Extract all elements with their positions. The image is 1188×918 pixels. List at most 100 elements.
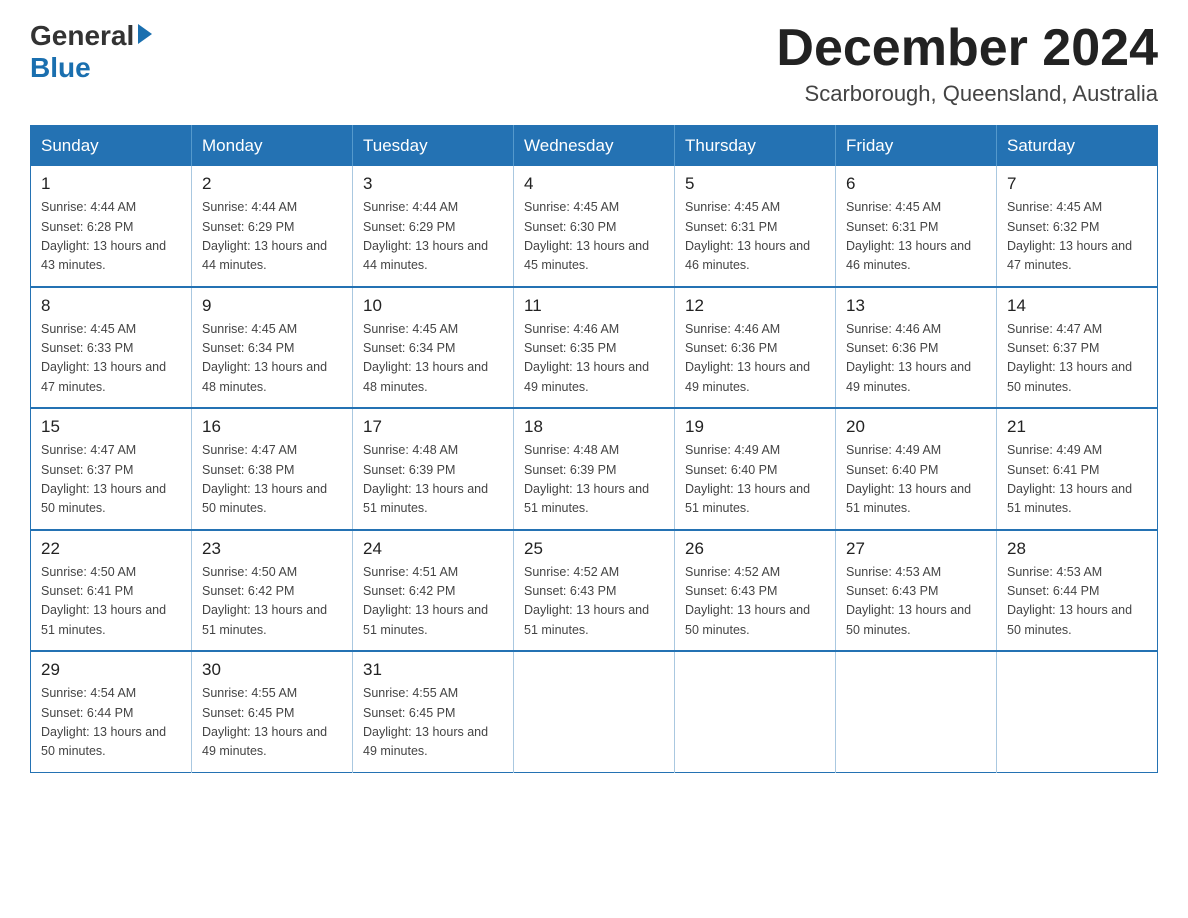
day-info: Sunrise: 4:49 AMSunset: 6:40 PMDaylight:… bbox=[846, 441, 986, 519]
day-number: 13 bbox=[846, 296, 986, 316]
calendar-table: SundayMondayTuesdayWednesdayThursdayFrid… bbox=[30, 125, 1158, 773]
calendar-cell: 6 Sunrise: 4:45 AMSunset: 6:31 PMDaylight… bbox=[836, 166, 997, 287]
calendar-cell: 18Sunrise: 4:48 AMSunset: 6:39 PMDayligh… bbox=[514, 408, 675, 530]
calendar-cell bbox=[514, 651, 675, 772]
day-number: 11 bbox=[524, 296, 664, 316]
calendar-cell bbox=[997, 651, 1158, 772]
day-number: 9 bbox=[202, 296, 342, 316]
logo-blue-text: Blue bbox=[30, 52, 91, 84]
calendar-cell: 2Sunrise: 4:44 AMSunset: 6:29 PMDaylight… bbox=[192, 166, 353, 287]
calendar-cell: 22Sunrise: 4:50 AMSunset: 6:41 PMDayligh… bbox=[31, 530, 192, 652]
day-info: Sunrise: 4:46 AMSunset: 6:36 PMDaylight:… bbox=[685, 320, 825, 398]
day-number: 20 bbox=[846, 417, 986, 437]
header-friday: Friday bbox=[836, 126, 997, 167]
calendar-cell: 12 Sunrise: 4:46 AMSunset: 6:36 PMDayligh… bbox=[675, 287, 836, 409]
day-info: Sunrise: 4:44 AMSunset: 6:29 PMDaylight:… bbox=[363, 198, 503, 276]
day-info: Sunrise: 4:46 AMSunset: 6:36 PMDaylight:… bbox=[846, 320, 986, 398]
day-number: 31 bbox=[363, 660, 503, 680]
day-info: Sunrise: 4:48 AMSunset: 6:39 PMDaylight:… bbox=[363, 441, 503, 519]
day-info: Sunrise: 4:48 AMSunset: 6:39 PMDaylight:… bbox=[524, 441, 664, 519]
day-number: 6 bbox=[846, 174, 986, 194]
day-info: Sunrise: 4:54 AMSunset: 6:44 PMDaylight:… bbox=[41, 684, 181, 762]
header-sunday: Sunday bbox=[31, 126, 192, 167]
header-thursday: Thursday bbox=[675, 126, 836, 167]
title-area: December 2024 Scarborough, Queensland, A… bbox=[776, 20, 1158, 107]
day-info: Sunrise: 4:52 AMSunset: 6:43 PMDaylight:… bbox=[524, 563, 664, 641]
day-number: 10 bbox=[363, 296, 503, 316]
day-number: 12 bbox=[685, 296, 825, 316]
calendar-week-row: 8 Sunrise: 4:45 AMSunset: 6:33 PMDaylight… bbox=[31, 287, 1158, 409]
calendar-cell: 26Sunrise: 4:52 AMSunset: 6:43 PMDayligh… bbox=[675, 530, 836, 652]
calendar-cell: 27 Sunrise: 4:53 AMSunset: 6:43 PMDayligh… bbox=[836, 530, 997, 652]
logo-triangle-icon bbox=[138, 24, 152, 44]
calendar-cell: 30Sunrise: 4:55 AMSunset: 6:45 PMDayligh… bbox=[192, 651, 353, 772]
day-number: 27 bbox=[846, 539, 986, 559]
day-info: Sunrise: 4:45 AMSunset: 6:31 PMDaylight:… bbox=[685, 198, 825, 276]
day-info: Sunrise: 4:53 AMSunset: 6:44 PMDaylight:… bbox=[1007, 563, 1147, 641]
calendar-week-row: 1 Sunrise: 4:44 AMSunset: 6:28 PMDaylight… bbox=[31, 166, 1158, 287]
day-number: 4 bbox=[524, 174, 664, 194]
day-number: 19 bbox=[685, 417, 825, 437]
day-number: 24 bbox=[363, 539, 503, 559]
day-number: 23 bbox=[202, 539, 342, 559]
day-info: Sunrise: 4:46 AMSunset: 6:35 PMDaylight:… bbox=[524, 320, 664, 398]
calendar-cell: 20 Sunrise: 4:49 AMSunset: 6:40 PMDayligh… bbox=[836, 408, 997, 530]
calendar-cell: 14Sunrise: 4:47 AMSunset: 6:37 PMDayligh… bbox=[997, 287, 1158, 409]
day-number: 17 bbox=[363, 417, 503, 437]
day-info: Sunrise: 4:49 AMSunset: 6:40 PMDaylight:… bbox=[685, 441, 825, 519]
day-number: 26 bbox=[685, 539, 825, 559]
calendar-cell: 8 Sunrise: 4:45 AMSunset: 6:33 PMDaylight… bbox=[31, 287, 192, 409]
day-number: 28 bbox=[1007, 539, 1147, 559]
page-header: General Blue December 2024 Scarborough, … bbox=[30, 20, 1158, 107]
subtitle: Scarborough, Queensland, Australia bbox=[776, 81, 1158, 107]
day-number: 22 bbox=[41, 539, 181, 559]
calendar-cell: 13 Sunrise: 4:46 AMSunset: 6:36 PMDayligh… bbox=[836, 287, 997, 409]
day-info: Sunrise: 4:44 AMSunset: 6:29 PMDaylight:… bbox=[202, 198, 342, 276]
calendar-cell: 4 Sunrise: 4:45 AMSunset: 6:30 PMDaylight… bbox=[514, 166, 675, 287]
calendar-cell: 15Sunrise: 4:47 AMSunset: 6:37 PMDayligh… bbox=[31, 408, 192, 530]
day-info: Sunrise: 4:51 AMSunset: 6:42 PMDaylight:… bbox=[363, 563, 503, 641]
calendar-cell: 25 Sunrise: 4:52 AMSunset: 6:43 PMDayligh… bbox=[514, 530, 675, 652]
header-monday: Monday bbox=[192, 126, 353, 167]
day-number: 16 bbox=[202, 417, 342, 437]
calendar-cell: 16 Sunrise: 4:47 AMSunset: 6:38 PMDayligh… bbox=[192, 408, 353, 530]
day-info: Sunrise: 4:55 AMSunset: 6:45 PMDaylight:… bbox=[363, 684, 503, 762]
day-info: Sunrise: 4:47 AMSunset: 6:37 PMDaylight:… bbox=[41, 441, 181, 519]
day-info: Sunrise: 4:53 AMSunset: 6:43 PMDaylight:… bbox=[846, 563, 986, 641]
day-info: Sunrise: 4:45 AMSunset: 6:34 PMDaylight:… bbox=[202, 320, 342, 398]
calendar-week-row: 15Sunrise: 4:47 AMSunset: 6:37 PMDayligh… bbox=[31, 408, 1158, 530]
calendar-week-row: 22Sunrise: 4:50 AMSunset: 6:41 PMDayligh… bbox=[31, 530, 1158, 652]
calendar-week-row: 29 Sunrise: 4:54 AMSunset: 6:44 PMDayligh… bbox=[31, 651, 1158, 772]
day-info: Sunrise: 4:45 AMSunset: 6:34 PMDaylight:… bbox=[363, 320, 503, 398]
day-number: 5 bbox=[685, 174, 825, 194]
day-number: 29 bbox=[41, 660, 181, 680]
logo-general-text: General bbox=[30, 20, 134, 52]
calendar-cell: 24 Sunrise: 4:51 AMSunset: 6:42 PMDayligh… bbox=[353, 530, 514, 652]
day-info: Sunrise: 4:47 AMSunset: 6:38 PMDaylight:… bbox=[202, 441, 342, 519]
calendar-cell: 3Sunrise: 4:44 AMSunset: 6:29 PMDaylight… bbox=[353, 166, 514, 287]
day-info: Sunrise: 4:45 AMSunset: 6:31 PMDaylight:… bbox=[846, 198, 986, 276]
calendar-cell: 19 Sunrise: 4:49 AMSunset: 6:40 PMDayligh… bbox=[675, 408, 836, 530]
day-info: Sunrise: 4:45 AMSunset: 6:33 PMDaylight:… bbox=[41, 320, 181, 398]
calendar-header-row: SundayMondayTuesdayWednesdayThursdayFrid… bbox=[31, 126, 1158, 167]
calendar-cell: 28 Sunrise: 4:53 AMSunset: 6:44 PMDayligh… bbox=[997, 530, 1158, 652]
day-number: 1 bbox=[41, 174, 181, 194]
logo: General Blue bbox=[30, 20, 152, 84]
calendar-cell: 31 Sunrise: 4:55 AMSunset: 6:45 PMDayligh… bbox=[353, 651, 514, 772]
day-info: Sunrise: 4:44 AMSunset: 6:28 PMDaylight:… bbox=[41, 198, 181, 276]
day-number: 8 bbox=[41, 296, 181, 316]
day-number: 25 bbox=[524, 539, 664, 559]
day-info: Sunrise: 4:47 AMSunset: 6:37 PMDaylight:… bbox=[1007, 320, 1147, 398]
calendar-cell: 11 Sunrise: 4:46 AMSunset: 6:35 PMDayligh… bbox=[514, 287, 675, 409]
day-number: 30 bbox=[202, 660, 342, 680]
calendar-cell bbox=[675, 651, 836, 772]
calendar-cell: 21 Sunrise: 4:49 AMSunset: 6:41 PMDayligh… bbox=[997, 408, 1158, 530]
header-saturday: Saturday bbox=[997, 126, 1158, 167]
calendar-cell: 7Sunrise: 4:45 AMSunset: 6:32 PMDaylight… bbox=[997, 166, 1158, 287]
calendar-cell: 10 Sunrise: 4:45 AMSunset: 6:34 PMDayligh… bbox=[353, 287, 514, 409]
calendar-cell: 23Sunrise: 4:50 AMSunset: 6:42 PMDayligh… bbox=[192, 530, 353, 652]
calendar-cell: 29 Sunrise: 4:54 AMSunset: 6:44 PMDayligh… bbox=[31, 651, 192, 772]
day-info: Sunrise: 4:45 AMSunset: 6:30 PMDaylight:… bbox=[524, 198, 664, 276]
day-info: Sunrise: 4:49 AMSunset: 6:41 PMDaylight:… bbox=[1007, 441, 1147, 519]
day-number: 21 bbox=[1007, 417, 1147, 437]
